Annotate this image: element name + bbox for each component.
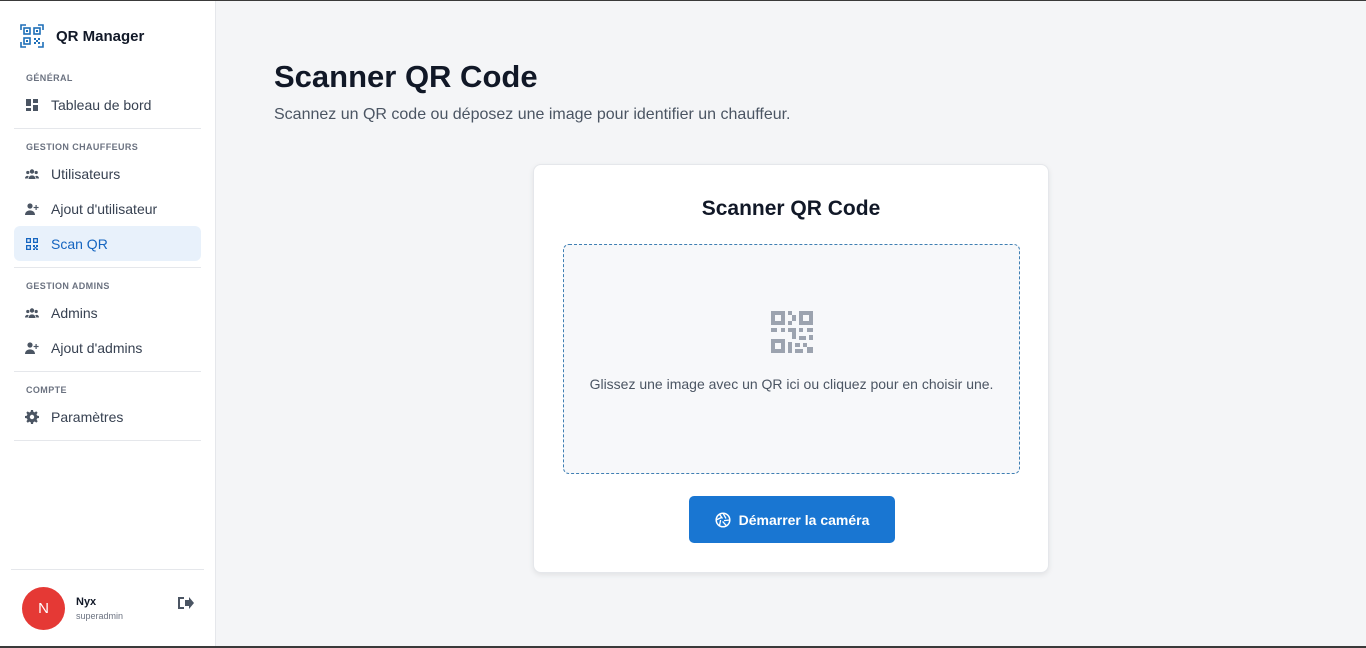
start-camera-button[interactable]: Démarrer la caméra <box>689 496 895 543</box>
page-subtitle: Scannez un QR code ou déposez une image … <box>274 106 791 123</box>
user-info: Nyx superadmin <box>76 596 123 621</box>
sidebar-item-label: Utilisateurs <box>51 165 121 182</box>
app-name: QR Manager <box>56 27 145 45</box>
image-dropzone[interactable]: Glissez une image avec un QR ici ou cliq… <box>563 244 1020 474</box>
dropzone-text: Glissez une image avec un QR ici ou cliq… <box>589 376 994 392</box>
nav-section-admins: GESTION ADMINS Admins Ajout d'admins <box>0 268 215 365</box>
sidebar-item-scan-qr[interactable]: Scan QR <box>14 226 201 261</box>
sidebar: QR Manager GÉNÉRAL Tableau de bord GESTI… <box>0 1 216 646</box>
page-title: Scanner QR Code <box>274 59 538 94</box>
user-profile: N Nyx superadmin <box>11 569 204 646</box>
nav-section-account: COMPTE Paramètres <box>0 372 215 434</box>
section-label-account: COMPTE <box>26 385 67 395</box>
user-role: superadmin <box>76 610 124 621</box>
sidebar-item-label: Admins <box>51 304 98 321</box>
user-name: Nyx <box>76 595 97 608</box>
nav-section-general: GÉNÉRAL Tableau de bord <box>0 71 215 122</box>
gear-icon <box>25 409 39 424</box>
dashboard-icon <box>25 98 39 112</box>
sidebar-item-add-admin[interactable]: Ajout d'admins <box>14 330 201 365</box>
sidebar-item-label: Paramètres <box>51 408 124 425</box>
sidebar-item-dashboard[interactable]: Tableau de bord <box>14 87 201 122</box>
qr-code-icon <box>771 311 813 353</box>
main-content: Scanner QR Code Scannez un QR code ou dé… <box>216 1 1366 646</box>
section-label-admins: GESTION ADMINS <box>26 281 110 291</box>
sidebar-item-admins[interactable]: Admins <box>14 295 201 330</box>
sidebar-item-add-user[interactable]: Ajout d'utilisateur <box>14 191 201 226</box>
nav-section-drivers: GESTION CHAUFFEURS Utilisateurs Ajout d'… <box>0 129 215 261</box>
section-label-general: GÉNÉRAL <box>26 73 73 83</box>
divider <box>14 440 201 441</box>
card-title: Scanner QR Code <box>701 197 881 220</box>
sidebar-item-label: Ajout d'utilisateur <box>51 200 158 217</box>
sidebar-item-settings[interactable]: Paramètres <box>14 399 201 434</box>
start-camera-label: Démarrer la caméra <box>738 511 870 528</box>
qr-icon <box>25 237 39 251</box>
section-label-drivers: GESTION CHAUFFEURS <box>26 142 139 152</box>
brand[interactable]: QR Manager <box>0 1 215 71</box>
sidebar-item-users[interactable]: Utilisateurs <box>14 156 201 191</box>
avatar[interactable]: N <box>22 586 65 630</box>
camera-aperture-icon <box>715 511 731 528</box>
users-icon <box>25 306 39 320</box>
sidebar-item-label: Tableau de bord <box>51 96 152 113</box>
scanner-card: Scanner QR Code Glissez une image avec u… <box>533 164 1049 573</box>
logout-icon[interactable] <box>176 594 194 612</box>
users-icon <box>25 167 39 181</box>
user-plus-icon <box>25 202 39 216</box>
user-plus-icon <box>25 341 39 355</box>
qr-logo-icon <box>20 24 44 48</box>
sidebar-item-label: Ajout d'admins <box>51 339 143 356</box>
sidebar-item-label: Scan QR <box>51 235 108 252</box>
